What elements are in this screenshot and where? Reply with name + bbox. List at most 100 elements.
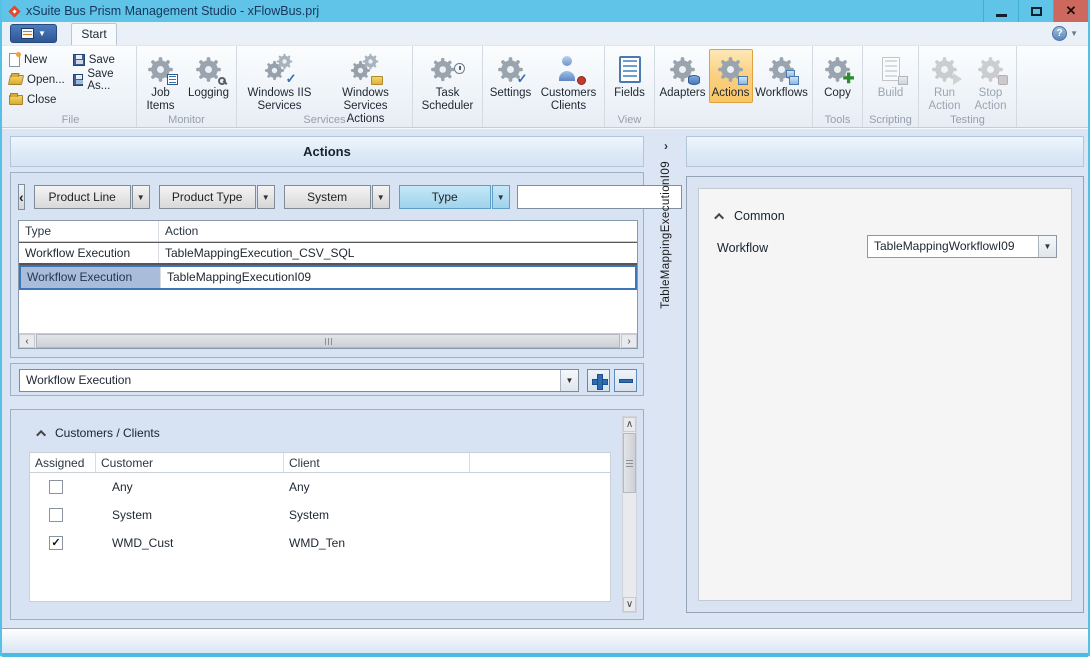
clock-icon <box>454 63 465 74</box>
column-header-type[interactable]: Type <box>19 221 159 241</box>
column-header-client[interactable]: Client <box>284 453 470 472</box>
scroll-right-button[interactable]: › <box>621 334 637 348</box>
chevron-down-icon: ▼ <box>1044 242 1052 251</box>
chevron-down-icon: ▼ <box>497 193 505 202</box>
fields-document-icon <box>619 56 641 83</box>
main-content: Actions ‹ Product Line ▼ Product Type ▼ … <box>2 128 1088 628</box>
red-gear-icon <box>577 76 586 85</box>
task-scheduler-button[interactable]: Task Scheduler <box>417 49 479 116</box>
combo-dropdown-button[interactable]: ▼ <box>1038 236 1056 257</box>
windows-iis-services-button[interactable]: ✓ Windows IIS Services <box>239 49 321 116</box>
column-header-action[interactable]: Action <box>159 221 637 241</box>
chevron-down-icon: ▼ <box>566 376 574 385</box>
application-menu-button[interactable]: ▼ <box>10 24 57 43</box>
save-button[interactable]: Save <box>71 51 134 68</box>
product-line-dropdown-button[interactable]: ▼ <box>132 185 150 209</box>
minimize-button[interactable] <box>983 0 1018 22</box>
column-header-assigned[interactable]: Assigned <box>30 453 96 472</box>
add-action-button[interactable] <box>587 369 610 392</box>
check-icon: ✓ <box>286 72 297 85</box>
app-icon <box>8 5 21 18</box>
scrollbar-thumb[interactable] <box>623 433 636 493</box>
stop-action-button[interactable]: Stop Action <box>968 49 1014 116</box>
group-label-services: Services <box>237 114 412 126</box>
chevron-right-icon[interactable]: › <box>664 139 668 153</box>
actions-panel-title: Actions <box>10 136 644 167</box>
group-label-testing: Testing <box>919 114 1016 126</box>
filter-back-button[interactable]: ‹ <box>18 184 25 210</box>
new-page-icon <box>9 53 20 67</box>
product-type-dropdown-button[interactable]: ▼ <box>257 185 275 209</box>
system-button[interactable]: System <box>284 185 371 209</box>
table-row[interactable]: Workflow Execution TableMappingExecution… <box>19 242 637 265</box>
table-row[interactable]: ✓ WMD_Cust WMD_Ten <box>30 529 610 557</box>
run-action-button[interactable]: Run Action <box>922 49 968 116</box>
stop-icon <box>998 75 1008 85</box>
app-window: xSuite Bus Prism Management Studio - xFl… <box>0 0 1090 656</box>
customers-clients-section-header[interactable]: Customers / Clients <box>39 426 160 440</box>
ribbon-group-scheduler: Task Scheduler <box>413 46 483 127</box>
tab-start[interactable]: Start <box>71 23 117 45</box>
system-dropdown-button[interactable]: ▼ <box>372 185 390 209</box>
copy-button[interactable]: ✚ Copy <box>817 49 859 103</box>
maximize-button[interactable] <box>1018 0 1053 22</box>
gear-icon <box>430 56 456 83</box>
chevron-down-icon: ▼ <box>38 29 46 38</box>
action-type-combobox[interactable]: Workflow Execution ▼ <box>19 369 579 392</box>
workflow-combobox[interactable]: TableMappingWorkflowI09 ▼ <box>867 235 1057 258</box>
customers-clients-button[interactable]: Customers Clients <box>536 49 602 116</box>
ribbon-group-services: ✓ Windows IIS Services Windows Services … <box>237 46 413 127</box>
scroll-up-button[interactable]: ∧ <box>623 417 636 432</box>
actions-button[interactable]: Actions <box>709 49 753 103</box>
type-dropdown-button[interactable]: ▼ <box>492 185 510 209</box>
assigned-checkbox[interactable] <box>49 480 63 494</box>
person-icon <box>559 71 575 81</box>
common-section-header[interactable]: Common <box>717 209 785 223</box>
product-type-button[interactable]: Product Type <box>159 185 256 209</box>
type-button[interactable]: Type <box>399 185 491 209</box>
table-row-selected[interactable]: Workflow Execution TableMappingExecution… <box>19 265 637 290</box>
close-button[interactable]: ✕ <box>1053 0 1088 22</box>
filter-type: Type ▼ <box>399 185 510 209</box>
ribbon-group-scripting: Build Scripting <box>863 46 919 127</box>
table-row[interactable]: System System <box>30 501 610 529</box>
column-header-customer[interactable]: Customer <box>96 453 284 472</box>
product-line-button[interactable]: Product Line <box>34 185 131 209</box>
fields-button[interactable]: Fields <box>608 49 652 103</box>
build-button[interactable]: Build <box>869 49 913 103</box>
cube-icon <box>898 76 908 85</box>
horizontal-scrollbar[interactable]: ‹ › <box>19 333 637 348</box>
customers-table: Assigned Customer Client Any Any System … <box>29 452 611 602</box>
close-icon: ✕ <box>1066 3 1077 19</box>
save-as-button[interactable]: Save As... <box>71 71 134 88</box>
assigned-checkbox-checked[interactable]: ✓ <box>49 536 63 550</box>
scroll-left-button[interactable]: ‹ <box>19 334 35 348</box>
help-button[interactable]: ? <box>1052 26 1067 41</box>
chevron-down-icon[interactable]: ▼ <box>1070 29 1078 38</box>
table-row[interactable]: Any Any <box>30 473 610 501</box>
filter-product-type: Product Type ▼ <box>159 185 275 209</box>
close-file-button[interactable]: Close <box>7 91 67 108</box>
ribbon: New Open... Close Save Save As... File J… <box>2 46 1088 128</box>
workflows-button[interactable]: Workflows <box>753 49 811 103</box>
open-button[interactable]: Open... <box>7 71 67 88</box>
gear-icon <box>276 53 293 70</box>
chevron-down-icon: ▼ <box>137 193 145 202</box>
group-label-view: View <box>605 114 654 126</box>
vertical-scrollbar[interactable]: ∧ ∨ <box>622 416 637 613</box>
new-button[interactable]: New <box>7 51 67 68</box>
ribbon-tab-row: ▼ Start ? ▼ <box>2 22 1088 46</box>
side-tab-tablemappingexecutioni09[interactable]: TableMappingExecutionI09 <box>660 161 672 309</box>
remove-action-button[interactable] <box>614 369 637 392</box>
ribbon-group-file: New Open... Close Save Save As... File <box>5 46 137 127</box>
adapters-button[interactable]: Adapters <box>657 49 709 103</box>
logging-button[interactable]: Logging <box>183 49 235 103</box>
combo-dropdown-button[interactable]: ▼ <box>560 370 578 391</box>
scrollbar-thumb[interactable] <box>36 334 620 348</box>
scroll-down-button[interactable]: ∨ <box>623 597 636 612</box>
settings-button[interactable]: ✓ Settings <box>486 49 536 103</box>
assigned-checkbox[interactable] <box>49 508 63 522</box>
job-items-button[interactable]: Job Items <box>139 49 183 116</box>
open-folder-icon <box>8 75 24 85</box>
group-label-scripting: Scripting <box>863 114 918 126</box>
